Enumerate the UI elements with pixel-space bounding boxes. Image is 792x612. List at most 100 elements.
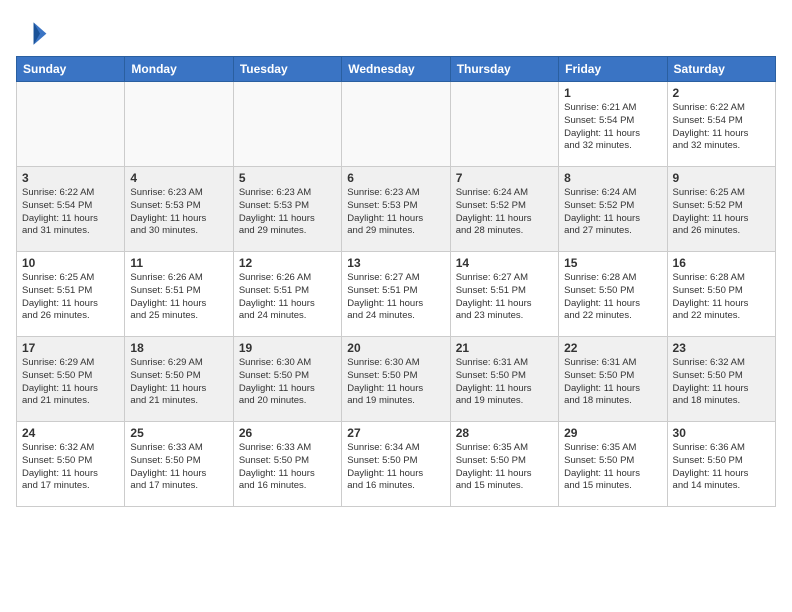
calendar-table: SundayMondayTuesdayWednesdayThursdayFrid… [16,56,776,507]
calendar-cell: 12 Sunrise: 6:26 AM Sunset: 5:51 PM Dayli… [233,252,341,337]
day-number: 24 [22,426,119,440]
calendar-cell: 4 Sunrise: 6:23 AM Sunset: 5:53 PM Daylig… [125,167,233,252]
day-number: 5 [239,171,336,185]
day-number: 17 [22,341,119,355]
calendar-cell: 29 Sunrise: 6:35 AM Sunset: 5:50 PM Dayli… [559,422,667,507]
day-number: 7 [456,171,553,185]
day-number: 12 [239,256,336,270]
calendar-cell: 20 Sunrise: 6:30 AM Sunset: 5:50 PM Dayli… [342,337,450,422]
calendar-week-row: 3 Sunrise: 6:22 AM Sunset: 5:54 PM Daylig… [17,167,776,252]
weekday-header-monday: Monday [125,57,233,82]
day-number: 19 [239,341,336,355]
calendar-cell: 6 Sunrise: 6:23 AM Sunset: 5:53 PM Daylig… [342,167,450,252]
calendar-cell: 7Sunrise: 6:24 AM Sunset: 5:52 PM Daylig… [450,167,558,252]
day-number: 22 [564,341,661,355]
calendar-cell [125,82,233,167]
day-number: 14 [456,256,553,270]
calendar-cell: 26 Sunrise: 6:33 AM Sunset: 5:50 PM Dayli… [233,422,341,507]
weekday-header-tuesday: Tuesday [233,57,341,82]
day-number: 9 [673,171,770,185]
day-number: 4 [130,171,227,185]
day-info: Sunrise: 6:35 AM Sunset: 5:50 PM Dayligh… [564,442,661,493]
day-number: 28 [456,426,553,440]
day-info: Sunrise: 6:26 AM Sunset: 5:51 PM Dayligh… [239,272,336,323]
calendar-cell: 21 Sunrise: 6:31 AM Sunset: 5:50 PM Dayli… [450,337,558,422]
logo [16,16,52,48]
day-number: 18 [130,341,227,355]
day-info: Sunrise: 6:30 AM Sunset: 5:50 PM Dayligh… [347,357,444,408]
day-info: Sunrise: 6:24 AM Sunset: 5:52 PM Dayligh… [564,187,661,238]
day-number: 29 [564,426,661,440]
calendar-cell: 24 Sunrise: 6:32 AM Sunset: 5:50 PM Dayli… [17,422,125,507]
day-info: Sunrise: 6:31 AM Sunset: 5:50 PM Dayligh… [456,357,553,408]
calendar-cell: 17 Sunrise: 6:29 AM Sunset: 5:50 PM Dayli… [17,337,125,422]
calendar-cell: 18 Sunrise: 6:29 AM Sunset: 5:50 PM Dayli… [125,337,233,422]
calendar-cell: 14 Sunrise: 6:27 AM Sunset: 5:51 PM Dayli… [450,252,558,337]
day-number: 25 [130,426,227,440]
day-info: Sunrise: 6:28 AM Sunset: 5:50 PM Dayligh… [673,272,770,323]
day-number: 1 [564,86,661,100]
day-info: Sunrise: 6:25 AM Sunset: 5:52 PM Dayligh… [673,187,770,238]
day-number: 2 [673,86,770,100]
day-info: Sunrise: 6:31 AM Sunset: 5:50 PM Dayligh… [564,357,661,408]
day-number: 8 [564,171,661,185]
day-number: 27 [347,426,444,440]
page-header [16,16,776,48]
day-info: Sunrise: 6:32 AM Sunset: 5:50 PM Dayligh… [673,357,770,408]
calendar-cell: 5 Sunrise: 6:23 AM Sunset: 5:53 PM Daylig… [233,167,341,252]
calendar-cell: 19 Sunrise: 6:30 AM Sunset: 5:50 PM Dayli… [233,337,341,422]
day-info: Sunrise: 6:29 AM Sunset: 5:50 PM Dayligh… [130,357,227,408]
day-info: Sunrise: 6:22 AM Sunset: 5:54 PM Dayligh… [22,187,119,238]
calendar-week-row: 10Sunrise: 6:25 AM Sunset: 5:51 PM Dayli… [17,252,776,337]
day-info: Sunrise: 6:25 AM Sunset: 5:51 PM Dayligh… [22,272,119,323]
day-number: 6 [347,171,444,185]
day-info: Sunrise: 6:26 AM Sunset: 5:51 PM Dayligh… [130,272,227,323]
day-info: Sunrise: 6:23 AM Sunset: 5:53 PM Dayligh… [347,187,444,238]
day-number: 16 [673,256,770,270]
day-info: Sunrise: 6:27 AM Sunset: 5:51 PM Dayligh… [456,272,553,323]
day-info: Sunrise: 6:36 AM Sunset: 5:50 PM Dayligh… [673,442,770,493]
calendar-cell: 1 Sunrise: 6:21 AM Sunset: 5:54 PM Daylig… [559,82,667,167]
weekday-header-wednesday: Wednesday [342,57,450,82]
calendar-cell: 22 Sunrise: 6:31 AM Sunset: 5:50 PM Dayli… [559,337,667,422]
calendar-cell: 8 Sunrise: 6:24 AM Sunset: 5:52 PM Daylig… [559,167,667,252]
weekday-header-sunday: Sunday [17,57,125,82]
calendar-cell: 30 Sunrise: 6:36 AM Sunset: 5:50 PM Dayli… [667,422,775,507]
calendar-week-row: 17 Sunrise: 6:29 AM Sunset: 5:50 PM Dayli… [17,337,776,422]
day-info: Sunrise: 6:33 AM Sunset: 5:50 PM Dayligh… [130,442,227,493]
calendar-cell [342,82,450,167]
day-number: 11 [130,256,227,270]
day-info: Sunrise: 6:35 AM Sunset: 5:50 PM Dayligh… [456,442,553,493]
calendar-cell: 11 Sunrise: 6:26 AM Sunset: 5:51 PM Dayli… [125,252,233,337]
calendar-cell: 10Sunrise: 6:25 AM Sunset: 5:51 PM Dayli… [17,252,125,337]
calendar-cell [450,82,558,167]
calendar-header-row: SundayMondayTuesdayWednesdayThursdayFrid… [17,57,776,82]
day-number: 30 [673,426,770,440]
day-info: Sunrise: 6:23 AM Sunset: 5:53 PM Dayligh… [130,187,227,238]
day-info: Sunrise: 6:27 AM Sunset: 5:51 PM Dayligh… [347,272,444,323]
day-info: Sunrise: 6:30 AM Sunset: 5:50 PM Dayligh… [239,357,336,408]
calendar-cell: 3 Sunrise: 6:22 AM Sunset: 5:54 PM Daylig… [17,167,125,252]
day-info: Sunrise: 6:22 AM Sunset: 5:54 PM Dayligh… [673,102,770,153]
calendar-cell: 28 Sunrise: 6:35 AM Sunset: 5:50 PM Dayli… [450,422,558,507]
logo-icon [16,16,48,48]
day-number: 20 [347,341,444,355]
day-info: Sunrise: 6:21 AM Sunset: 5:54 PM Dayligh… [564,102,661,153]
calendar-cell: 27Sunrise: 6:34 AM Sunset: 5:50 PM Dayli… [342,422,450,507]
calendar-cell: 9 Sunrise: 6:25 AM Sunset: 5:52 PM Daylig… [667,167,775,252]
calendar-cell [233,82,341,167]
day-number: 26 [239,426,336,440]
day-info: Sunrise: 6:32 AM Sunset: 5:50 PM Dayligh… [22,442,119,493]
day-number: 21 [456,341,553,355]
calendar-week-row: 24 Sunrise: 6:32 AM Sunset: 5:50 PM Dayli… [17,422,776,507]
weekday-header-saturday: Saturday [667,57,775,82]
weekday-header-friday: Friday [559,57,667,82]
day-info: Sunrise: 6:23 AM Sunset: 5:53 PM Dayligh… [239,187,336,238]
day-number: 3 [22,171,119,185]
calendar-cell: 2 Sunrise: 6:22 AM Sunset: 5:54 PM Daylig… [667,82,775,167]
calendar-cell: 13Sunrise: 6:27 AM Sunset: 5:51 PM Dayli… [342,252,450,337]
day-info: Sunrise: 6:29 AM Sunset: 5:50 PM Dayligh… [22,357,119,408]
day-info: Sunrise: 6:33 AM Sunset: 5:50 PM Dayligh… [239,442,336,493]
calendar-cell: 25 Sunrise: 6:33 AM Sunset: 5:50 PM Dayli… [125,422,233,507]
calendar-cell [17,82,125,167]
